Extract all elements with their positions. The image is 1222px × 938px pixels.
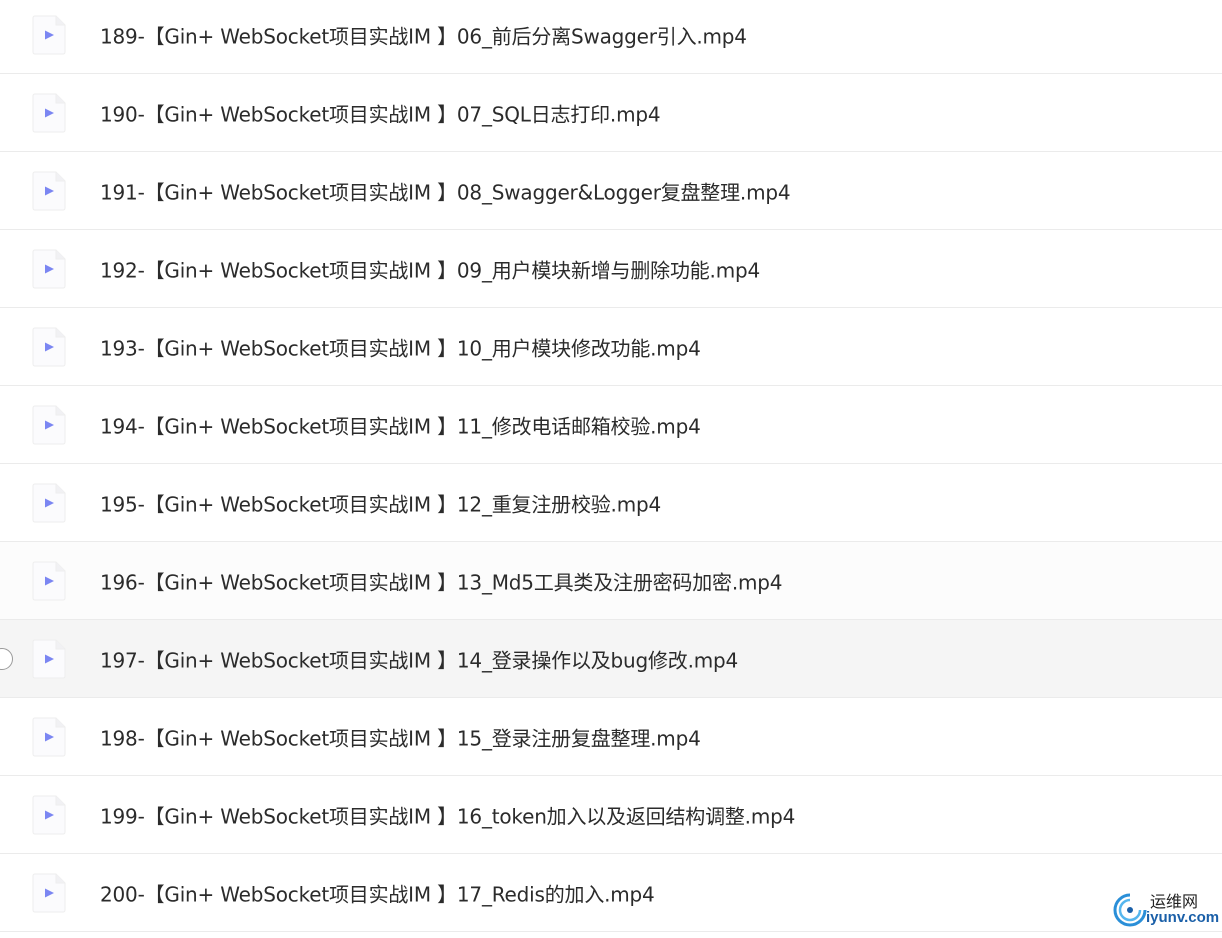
- file-name[interactable]: 200-【Gin+ WebSocket项目实战IM 】17_Redis的加入.m…: [100, 878, 655, 907]
- video-file-icon: [32, 171, 66, 211]
- file-name[interactable]: 192-【Gin+ WebSocket项目实战IM 】09_用户模块新增与删除功…: [100, 254, 760, 283]
- row-checkbox[interactable]: [0, 647, 13, 670]
- video-file-icon: [32, 15, 66, 55]
- watermark-logo: 运维网 iyunv.com: [1112, 888, 1220, 932]
- video-file-icon: [32, 873, 66, 913]
- file-name[interactable]: 199-【Gin+ WebSocket项目实战IM 】16_token加入以及返…: [100, 800, 795, 829]
- file-name[interactable]: 196-【Gin+ WebSocket项目实战IM 】13_Md5工具类及注册密…: [100, 566, 782, 595]
- file-name[interactable]: 197-【Gin+ WebSocket项目实战IM 】14_登录操作以及bug修…: [100, 644, 738, 673]
- file-row[interactable]: 198-【Gin+ WebSocket项目实战IM 】15_登录注册复盘整理.m…: [0, 698, 1222, 776]
- video-file-icon: [32, 327, 66, 367]
- file-name[interactable]: 190-【Gin+ WebSocket项目实战IM 】07_SQL日志打印.mp…: [100, 98, 661, 127]
- file-row[interactable]: 192-【Gin+ WebSocket项目实战IM 】09_用户模块新增与删除功…: [0, 230, 1222, 308]
- video-file-icon: [32, 717, 66, 757]
- file-row[interactable]: 200-【Gin+ WebSocket项目实战IM 】17_Redis的加入.m…: [0, 854, 1222, 932]
- file-row[interactable]: 190-【Gin+ WebSocket项目实战IM 】07_SQL日志打印.mp…: [0, 74, 1222, 152]
- file-row[interactable]: 199-【Gin+ WebSocket项目实战IM 】16_token加入以及返…: [0, 776, 1222, 854]
- file-name[interactable]: 194-【Gin+ WebSocket项目实战IM 】11_修改电话邮箱校验.m…: [100, 410, 701, 439]
- file-row[interactable]: 197-【Gin+ WebSocket项目实战IM 】14_登录操作以及bug修…: [0, 620, 1222, 698]
- watermark-en: iyunv.com: [1146, 909, 1220, 926]
- video-file-icon: [32, 249, 66, 289]
- video-file-icon: [32, 795, 66, 835]
- file-list: 189-【Gin+ WebSocket项目实战IM 】06_前后分离Swagge…: [0, 0, 1222, 932]
- video-file-icon: [32, 93, 66, 133]
- file-name[interactable]: 195-【Gin+ WebSocket项目实战IM 】12_重复注册校验.mp4: [100, 488, 661, 517]
- file-row[interactable]: 189-【Gin+ WebSocket项目实战IM 】06_前后分离Swagge…: [0, 0, 1222, 74]
- file-row[interactable]: 194-【Gin+ WebSocket项目实战IM 】11_修改电话邮箱校验.m…: [0, 386, 1222, 464]
- swirl-logo-icon: [1113, 893, 1147, 927]
- video-file-icon: [32, 561, 66, 601]
- file-name[interactable]: 191-【Gin+ WebSocket项目实战IM 】08_Swagger&Lo…: [100, 176, 791, 205]
- video-file-icon: [32, 483, 66, 523]
- file-row[interactable]: 193-【Gin+ WebSocket项目实战IM 】10_用户模块修改功能.m…: [0, 308, 1222, 386]
- video-file-icon: [32, 639, 66, 679]
- file-row[interactable]: 195-【Gin+ WebSocket项目实战IM 】12_重复注册校验.mp4: [0, 464, 1222, 542]
- file-name[interactable]: 189-【Gin+ WebSocket项目实战IM 】06_前后分离Swagge…: [100, 20, 747, 49]
- file-row[interactable]: 191-【Gin+ WebSocket项目实战IM 】08_Swagger&Lo…: [0, 152, 1222, 230]
- file-name[interactable]: 198-【Gin+ WebSocket项目实战IM 】15_登录注册复盘整理.m…: [100, 722, 701, 751]
- file-row[interactable]: 196-【Gin+ WebSocket项目实战IM 】13_Md5工具类及注册密…: [0, 542, 1222, 620]
- file-name[interactable]: 193-【Gin+ WebSocket项目实战IM 】10_用户模块修改功能.m…: [100, 332, 701, 361]
- video-file-icon: [32, 405, 66, 445]
